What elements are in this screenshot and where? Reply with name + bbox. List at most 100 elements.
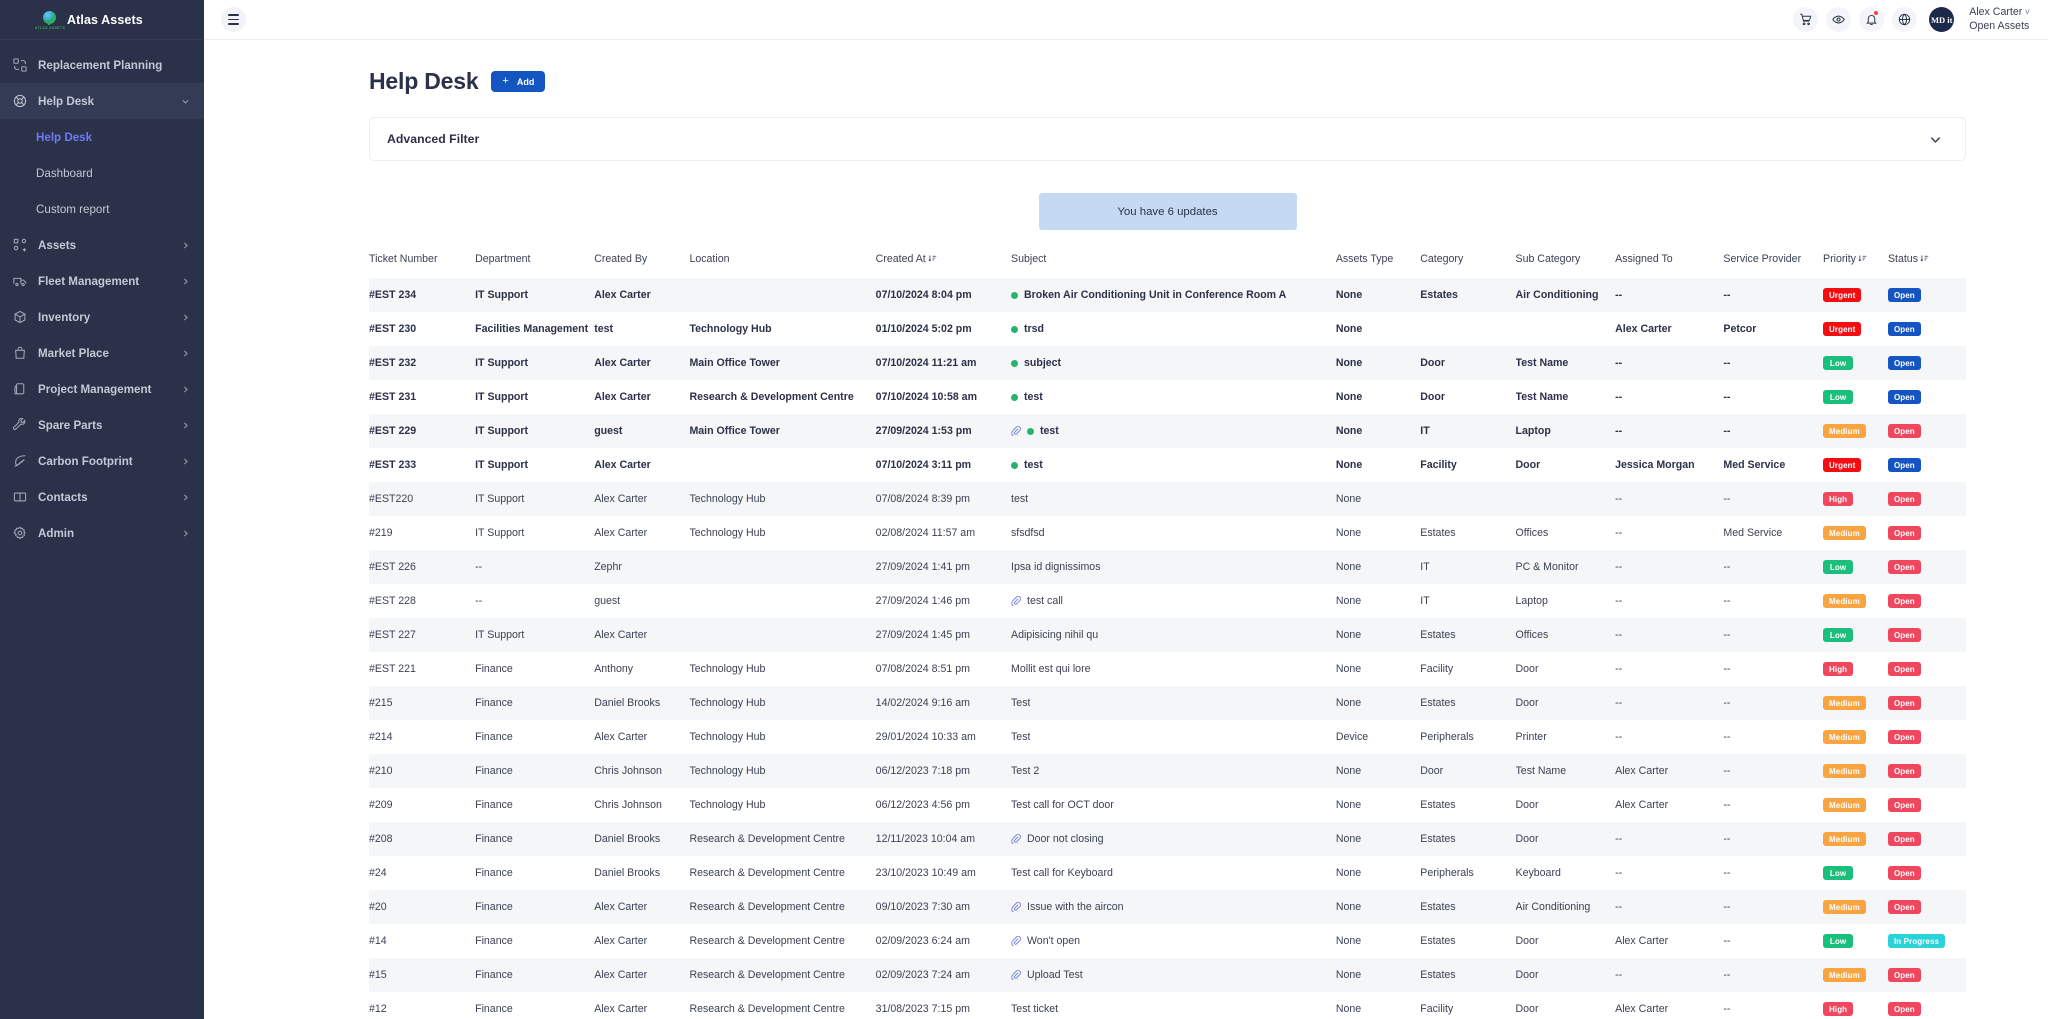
cart-icon[interactable] (1793, 7, 1819, 32)
sidebar-item-admin[interactable]: Admin (0, 515, 204, 551)
cell-created-by: Alex Carter (594, 346, 690, 380)
sort-icon[interactable] (1858, 254, 1867, 266)
table-row[interactable]: #EST 229 IT Support guest Main Office Tower… (369, 414, 1966, 448)
table-row[interactable]: #12 Finance Alex Carter Research & Developm… (369, 992, 1966, 1019)
table-row[interactable]: #209 Finance Chris Johnson Technology Hub 06… (369, 788, 1966, 822)
avatar[interactable]: MD it (1929, 7, 1955, 32)
sidebar-item-spare-parts[interactable]: Spare Parts (0, 407, 204, 443)
sidebar-subitem-dashboard[interactable]: Dashboard (0, 155, 204, 191)
table-row[interactable]: #EST 232 IT Support Alex Carter Main Office… (369, 346, 1966, 380)
cell-priority: Medium (1823, 516, 1888, 550)
cell-subject[interactable]: subject (1011, 346, 1336, 380)
cell-priority: Urgent (1823, 448, 1888, 482)
table-row[interactable]: #EST 227 IT Support Alex Carter 27/09/2024 … (369, 618, 1966, 652)
cell-subject[interactable]: Mollit est qui lore (1011, 652, 1336, 686)
cell-category: Estates (1420, 935, 1456, 947)
cell-category: Estates (1420, 686, 1516, 720)
column-header-priority[interactable]: Priority (1823, 253, 1888, 278)
table-row[interactable]: #EST 234 IT Support Alex Carter 07/10/2024 … (369, 278, 1966, 312)
sort-icon[interactable] (928, 254, 937, 266)
cell-subject[interactable]: test call (1011, 584, 1336, 618)
chevron-down-icon: ˅ (2022, 7, 2030, 18)
cell-subject[interactable]: Adipisicing nihil qu (1011, 618, 1336, 652)
cell-category: Estates (1420, 890, 1516, 924)
cell-subject[interactable]: Test (1011, 686, 1336, 720)
column-header-created-at[interactable]: Created At (876, 253, 1011, 278)
chevron-down-icon[interactable] (1928, 132, 1943, 147)
sidebar-subitem-help-desk[interactable]: Help Desk (0, 119, 204, 155)
cell-subject[interactable]: Test (1011, 720, 1336, 754)
table-row[interactable]: #EST 228 -- guest 27/09/2024 1:46 pm test ca… (369, 584, 1966, 618)
cell-subject[interactable]: Broken Air Conditioning Unit in Conferen… (1011, 278, 1336, 312)
cell-subject[interactable]: sfsdfsd (1011, 516, 1336, 550)
cell-created-at: 01/10/2024 5:02 pm (875, 323, 972, 335)
cell-subject[interactable]: trsd (1011, 312, 1336, 346)
user-menu[interactable]: Alex Carter ˅ Open Assets (1969, 6, 2030, 32)
column-header-status[interactable]: Status (1888, 253, 1966, 278)
cell-subject[interactable]: Won't open (1011, 924, 1336, 958)
table-row[interactable]: #EST 233 IT Support Alex Carter 07/10/2024 … (369, 448, 1966, 482)
cell-created-by: Alex Carter (594, 391, 651, 403)
table-row[interactable]: #EST 230 Facilities Management test Technol… (369, 312, 1966, 346)
table-row[interactable]: #215 Finance Daniel Brooks Technology Hub 14… (369, 686, 1966, 720)
cell-assigned-to: Alex Carter (1615, 799, 1669, 811)
table-row[interactable]: #EST 221 Finance Anthony Technology Hub 07/0… (369, 652, 1966, 686)
table-row[interactable]: #14 Finance Alex Carter Research & Developm… (369, 924, 1966, 958)
cell-created-at: 27/09/2024 1:45 pm (875, 618, 1011, 652)
table-row[interactable]: #214 Finance Alex Carter Technology Hub 29/0… (369, 720, 1966, 754)
sidebar-item-contacts[interactable]: Contacts (0, 479, 204, 515)
cell-ticket-number: #EST220 (369, 482, 476, 516)
sidebar-item-help-desk[interactable]: Help Desk (0, 83, 204, 119)
table-row[interactable]: #EST220 IT Support Alex Carter Technology H… (369, 482, 1966, 516)
cell-service-provider: -- (1723, 731, 1731, 743)
cell-location: Research & Development Centre (689, 867, 845, 879)
updates-banner[interactable]: You have 6 updates (1038, 193, 1297, 230)
globe-icon[interactable] (1892, 7, 1918, 32)
cell-category: Peripherals (1420, 867, 1474, 879)
cell-created-by: Alex Carter (594, 1003, 648, 1015)
cell-subject[interactable]: Test call for Keyboard (1011, 856, 1336, 890)
cell-subject[interactable]: test (1011, 380, 1336, 414)
cell-subject[interactable]: Upload Test (1011, 958, 1336, 992)
advanced-filter-panel[interactable]: Advanced Filter (369, 117, 1966, 161)
cell-subject[interactable]: Test call for OCT door (1011, 788, 1336, 822)
cell-subject[interactable]: Issue with the aircon (1011, 890, 1336, 924)
cell-created-by: Zephr (594, 550, 690, 584)
cell-created-at: 02/09/2023 7:24 am (875, 958, 1011, 992)
table-row[interactable]: #EST 226 -- Zephr 27/09/2024 1:41 pm Ipsa id… (369, 550, 1966, 584)
cell-department: IT Support (475, 391, 529, 403)
table-row[interactable]: #EST 231 IT Support Alex Carter Research & … (369, 380, 1966, 414)
cell-subject[interactable]: test (1011, 448, 1336, 482)
cell-subject[interactable]: test (1011, 482, 1336, 516)
cell-subject[interactable]: Door not closing (1011, 822, 1336, 856)
cell-subject[interactable]: Test 2 (1011, 754, 1336, 788)
sidebar-item-project-management[interactable]: Project Management (0, 371, 204, 407)
sidebar-item-market-place[interactable]: Market Place (0, 335, 204, 371)
cell-priority: Low (1823, 618, 1888, 652)
sidebar-subitem-custom-report[interactable]: Custom report (0, 191, 204, 227)
brand-logo-area[interactable]: ATLAS ASSETS Atlas Assets (0, 0, 204, 40)
hamburger-menu-icon[interactable] (221, 7, 246, 32)
eye-icon[interactable] (1826, 7, 1852, 32)
cell-department: Facilities Management (475, 323, 589, 335)
subject-text: Test (1011, 697, 1031, 709)
sidebar-item-carbon-footprint[interactable]: Carbon Footprint (0, 443, 204, 479)
add-button[interactable]: + Add (491, 71, 546, 92)
table-row[interactable]: #219 IT Support Alex Carter Technology Hub 0… (369, 516, 1966, 550)
table-row[interactable]: #208 Finance Daniel Brooks Research & Devel… (369, 822, 1966, 856)
sidebar-item-inventory[interactable]: Inventory (0, 299, 204, 335)
cell-subject[interactable]: Ipsa id dignissimos (1011, 550, 1336, 584)
plus-icon: + (502, 75, 509, 87)
status-badge: Open (1887, 492, 1921, 506)
sidebar-item-fleet-management[interactable]: Fleet Management (0, 263, 204, 299)
sidebar-item-assets[interactable]: Assets (0, 227, 204, 263)
table-row[interactable]: #210 Finance Chris Johnson Technology Hub 06… (369, 754, 1966, 788)
bell-icon[interactable] (1859, 7, 1885, 32)
table-row[interactable]: #24 Finance Daniel Brooks Research & Develo… (369, 856, 1966, 890)
table-row[interactable]: #20 Finance Alex Carter Research & Developm… (369, 890, 1966, 924)
cell-subject[interactable]: Test ticket (1011, 992, 1336, 1019)
sort-icon[interactable] (1920, 254, 1929, 266)
cell-subject[interactable]: test (1011, 414, 1336, 448)
table-row[interactable]: #15 Finance Alex Carter Research & Developm… (369, 958, 1966, 992)
sidebar-item-replacement-planning[interactable]: Replacement Planning (0, 47, 204, 83)
